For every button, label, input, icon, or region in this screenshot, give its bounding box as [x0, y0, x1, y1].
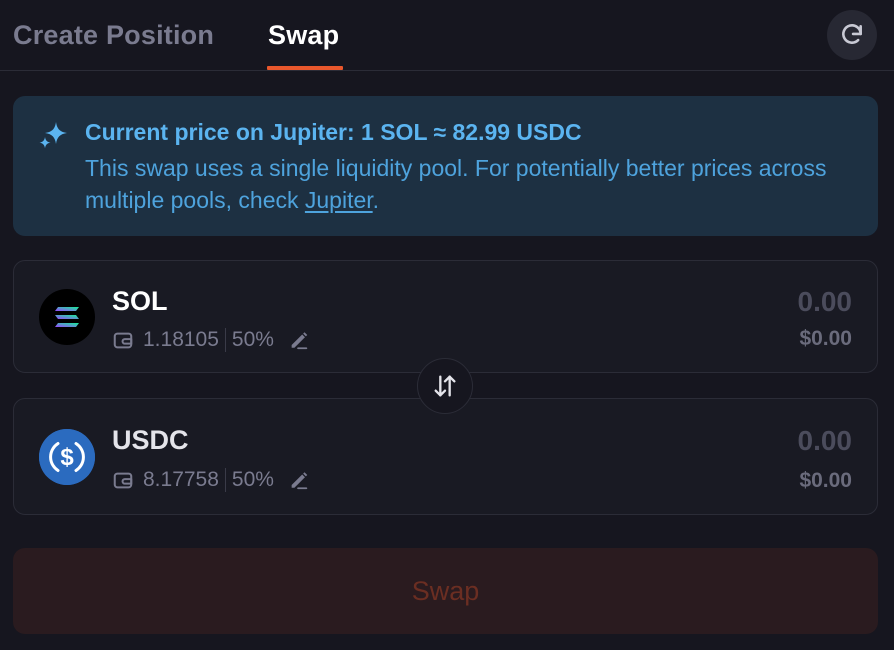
balance-divider	[224, 328, 226, 352]
tab-swap[interactable]: Swap	[268, 18, 339, 52]
refresh-icon	[842, 24, 862, 44]
active-tab-indicator	[267, 66, 343, 70]
to-token-symbol[interactable]: USDC	[112, 424, 189, 456]
sol-token-icon[interactable]	[39, 289, 95, 345]
sparkle-icon	[39, 122, 67, 149]
swap-vertical-icon	[434, 375, 456, 397]
wallet-icon	[113, 332, 133, 349]
banner-title: Current price on Jupiter: 1 SOL ≈ 82.99 …	[85, 119, 582, 145]
to-balance-value[interactable]: 8.17758	[143, 468, 219, 492]
usdc-token-icon[interactable]: $	[39, 429, 95, 485]
from-amount-usd: $0.00	[799, 327, 852, 350]
to-percent-button[interactable]: 50%	[232, 468, 274, 492]
flip-tokens-button[interactable]	[417, 358, 473, 414]
to-amount-usd: $0.00	[799, 469, 852, 492]
from-balance-value[interactable]: 1.18105	[143, 328, 219, 352]
swap-button[interactable]: Swap	[13, 548, 878, 634]
to-balance-row: 8.17758 50%	[112, 467, 310, 493]
balance-divider	[224, 468, 226, 492]
swap-panel: Create Position Swap Current price on Ju…	[0, 0, 894, 650]
wallet-icon	[113, 472, 133, 489]
banner-body-text: This swap uses a single liquidity pool. …	[85, 155, 827, 213]
svg-text:$: $	[60, 444, 74, 471]
pencil-icon[interactable]	[288, 469, 310, 491]
to-token-card: $ USDC 8.17758 50% 0.00 $0.00	[13, 398, 878, 515]
from-percent-button[interactable]: 50%	[232, 328, 274, 352]
to-amount-input[interactable]: 0.00	[798, 424, 853, 458]
from-token-symbol[interactable]: SOL	[112, 285, 168, 317]
jupiter-price-banner: Current price on Jupiter: 1 SOL ≈ 82.99 …	[13, 96, 878, 236]
banner-body: This swap uses a single liquidity pool. …	[85, 152, 865, 216]
banner-body-end: .	[372, 187, 380, 213]
refresh-button[interactable]	[827, 10, 877, 60]
tab-create-position[interactable]: Create Position	[13, 18, 214, 52]
tab-bar: Create Position Swap	[0, 0, 894, 71]
jupiter-link[interactable]: Jupiter	[305, 187, 373, 213]
from-balance-row: 1.18105 50%	[112, 327, 310, 353]
from-amount-input[interactable]: 0.00	[798, 285, 853, 319]
from-token-card: SOL 1.18105 50% 0.00 $0.00	[13, 260, 878, 373]
pencil-icon[interactable]	[288, 329, 310, 351]
